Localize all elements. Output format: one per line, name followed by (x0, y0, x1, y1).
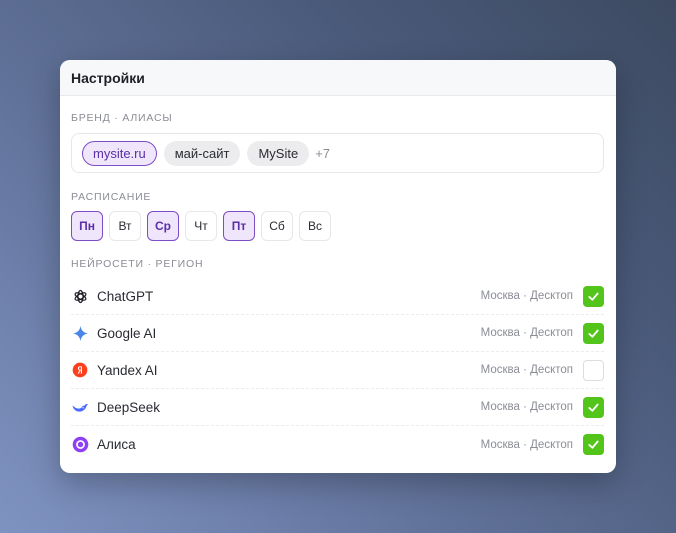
ai-checkbox[interactable] (583, 285, 604, 307)
deepseek-icon (71, 398, 89, 416)
ai-region: Москва · Десктоп (480, 327, 573, 339)
settings-card: Настройки БРЕНД · АЛИАСЫ mysite.ru май-с… (60, 60, 616, 473)
ai-region: Москва · Десктоп (480, 364, 573, 376)
check-icon (588, 440, 599, 449)
ai-name: ChatGPT (97, 288, 154, 304)
alias-chip[interactable]: mysite.ru (82, 140, 157, 166)
yandex-icon (71, 361, 89, 379)
check-icon (588, 292, 599, 301)
ai-list: ChatGPT Москва · Десктоп Google AI Москв… (71, 278, 604, 463)
brand-section-label: БРЕНД · АЛИАСЫ (71, 112, 173, 124)
more-aliases-count[interactable]: +7 (315, 146, 330, 161)
day-toggle-tue[interactable]: Вт (109, 211, 141, 241)
ai-region: Москва · Десктоп (480, 438, 573, 451)
ai-row-chatgpt[interactable]: ChatGPT Москва · Десктоп (71, 278, 604, 315)
day-selector: Пн Вт Ср Чт Пт Сб Вс (71, 211, 331, 241)
ai-row-yandex[interactable]: Yandex AI Москва · Десктоп (71, 352, 604, 389)
day-toggle-wed[interactable]: Ср (147, 211, 179, 241)
card-title: Настройки (71, 69, 145, 86)
ai-row-deepseek[interactable]: DeepSeek Москва · Десктоп (71, 389, 604, 426)
ai-name: Алиса (97, 437, 136, 452)
ai-region: Москва · Десктоп (480, 401, 573, 413)
ai-checkbox[interactable] (583, 359, 604, 381)
google-ai-icon (71, 324, 89, 342)
card-header: Настройки (60, 60, 616, 96)
check-icon (588, 403, 599, 412)
ai-checkbox[interactable] (583, 396, 604, 418)
ai-checkbox[interactable] (583, 322, 604, 344)
alias-chip[interactable]: май-сайт (163, 140, 241, 166)
day-toggle-mon[interactable]: Пн (71, 211, 103, 241)
schedule-section-label: РАСПИСАНИЕ (71, 191, 152, 203)
ai-checkbox[interactable] (583, 434, 604, 455)
day-toggle-fri[interactable]: Пт (223, 211, 255, 241)
day-toggle-sat[interactable]: Сб (261, 211, 293, 241)
day-toggle-sun[interactable]: Вс (299, 211, 331, 241)
ai-row-alice[interactable]: Алиса Москва · Десктоп (71, 426, 604, 463)
ai-section-label: НЕЙРОСЕТИ · РЕГИОН (71, 258, 204, 270)
alias-chip[interactable]: MySite (247, 140, 310, 166)
day-toggle-thu[interactable]: Чт (185, 211, 217, 241)
ai-region: Москва · Десктоп (480, 290, 573, 302)
ai-name: Google AI (97, 325, 157, 341)
alias-input[interactable]: mysite.ru май-сайт MySite +7 (71, 133, 604, 173)
alice-icon (71, 436, 89, 454)
chatgpt-icon (71, 287, 89, 305)
check-icon (588, 329, 599, 338)
ai-name: Yandex AI (97, 362, 158, 378)
ai-name: DeepSeek (97, 399, 161, 415)
ai-row-google[interactable]: Google AI Москва · Десктоп (71, 315, 604, 352)
